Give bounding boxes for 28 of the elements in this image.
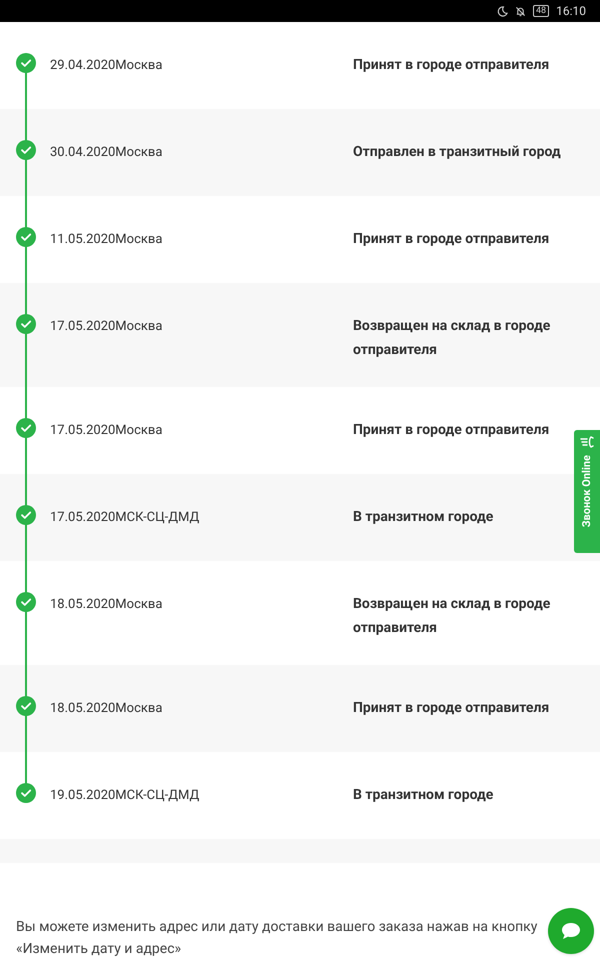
callback-label: Звонок Online (578, 455, 594, 528)
chat-button[interactable] (548, 908, 594, 954)
notice-text: Вы можете изменить адрес или дату доставки вашего заказа нажав на кнопку «Изменить дату и адрес» (16, 918, 538, 959)
status-text: Возвращен на склад в городе отправителя (353, 318, 550, 358)
date-location: 29.04.2020Москва (50, 58, 162, 73)
phone-icon (579, 435, 595, 449)
status-text: Отправлен в транзитный город (353, 144, 561, 160)
status-text: Принят в городе отправителя (353, 700, 550, 716)
status-text: Принят в городе отправителя (353, 231, 550, 247)
status-text: Принят в городе отправителя (353, 57, 550, 73)
callback-tab[interactable]: Звонок Online (574, 430, 600, 553)
date-location: 18.05.2020Москва (50, 701, 162, 716)
status-text: В транзитном городе (353, 787, 494, 803)
status-text: Возвращен на склад в городе отправителя (353, 596, 550, 636)
date-location: 17.05.2020Москва (50, 423, 162, 438)
date-location: 19.05.2020МСК-СЦ-ДМД (50, 788, 200, 803)
date-location: 17.05.2020Москва (50, 319, 162, 334)
moon-icon (496, 6, 508, 16)
clock-time: 16:10 (556, 3, 586, 20)
status-text: В транзитном городе (353, 509, 494, 525)
date-location: 30.04.2020Москва (50, 145, 162, 160)
date-location: 17.05.2020МСК-СЦ-ДМД (50, 510, 200, 525)
battery-level: 48 (532, 5, 550, 17)
date-location: 18.05.2020Москва (50, 597, 162, 612)
date-location: 11.05.2020Москва (50, 232, 162, 247)
status-text: Принят в городе отправителя (353, 422, 550, 438)
chat-icon (560, 921, 582, 941)
bell-off-icon (514, 6, 526, 16)
